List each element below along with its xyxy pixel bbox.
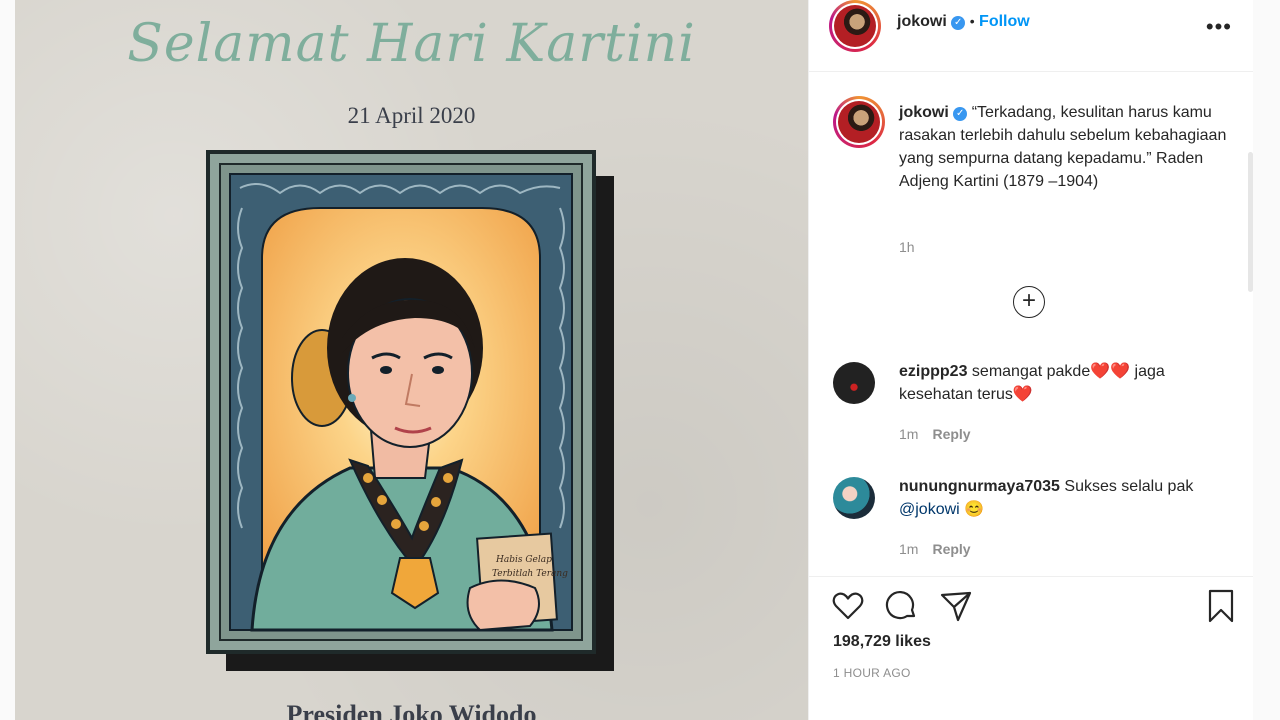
- comment-meta: 1m Reply: [899, 541, 971, 557]
- caption-text: “Terkadang, kesulitan harus kamu rasakan…: [899, 104, 1227, 190]
- bookmark-icon[interactable]: [1204, 589, 1238, 623]
- separator-dot: •: [969, 13, 975, 29]
- reply-button[interactable]: Reply: [932, 541, 970, 557]
- caption-username[interactable]: jokowi: [899, 104, 949, 121]
- commenter-avatar[interactable]: [833, 362, 875, 404]
- caption: jokowi ✓ “Terkadang, kesulitan harus kam…: [833, 96, 1233, 256]
- comment-text-block: nunungnurmaya7035 Sukses selalu pak @jok…: [899, 475, 1229, 521]
- post-actions: 198,729 likes 1 HOUR AGO: [809, 576, 1254, 720]
- svg-text:Terbitlah Terang: Terbitlah Terang: [492, 569, 568, 579]
- comment-time[interactable]: 1m: [899, 541, 918, 557]
- follow-button[interactable]: Follow: [979, 13, 1030, 30]
- comment-meta: 1m Reply: [899, 426, 971, 442]
- kartini-portrait-illustration: Habis Gelap Terbitlah Terang: [206, 150, 614, 671]
- heart-emoji-icon: ❤️: [1012, 386, 1033, 403]
- reply-button[interactable]: Reply: [932, 426, 970, 442]
- smile-emoji-icon: 😊: [959, 501, 985, 518]
- post-timestamp[interactable]: 1 HOUR AGO: [833, 666, 911, 680]
- comment-text: Sukses selalu pak: [1064, 478, 1194, 495]
- page-gutter: [1253, 0, 1280, 720]
- post-header: jokowi ✓ • Follow •••: [809, 0, 1254, 72]
- mention-link[interactable]: @jokowi: [899, 501, 960, 518]
- post-image-title: Selamat Hari Kartini: [127, 14, 696, 74]
- more-options-icon[interactable]: •••: [1206, 14, 1232, 40]
- comment-text-block: ezippp23 semangat pakde❤️❤️ jaga kesehat…: [899, 360, 1229, 406]
- like-count[interactable]: 198,729 likes: [833, 633, 931, 651]
- comment-text: semangat pakde: [971, 363, 1091, 380]
- share-icon[interactable]: [939, 589, 973, 623]
- comment-icon[interactable]: [885, 589, 919, 623]
- caption-text-block: jokowi ✓ “Terkadang, kesulitan harus kam…: [899, 101, 1229, 193]
- svg-text:Habis Gelap: Habis Gelap: [495, 555, 552, 565]
- comment-item: ezippp23 semangat pakde❤️❤️ jaga kesehat…: [833, 360, 1233, 450]
- author-avatar[interactable]: [829, 0, 881, 52]
- post-image: Selamat Hari Kartini 21 April 2020 Habis…: [15, 0, 808, 720]
- comment-time[interactable]: 1m: [899, 426, 918, 442]
- post-image-date: 21 April 2020: [347, 103, 476, 128]
- comment-item: nunungnurmaya7035 Sukses selalu pak @jok…: [833, 475, 1233, 565]
- post-image-footer: Presiden Joko Widodo: [286, 700, 537, 720]
- caption-time[interactable]: 1h: [899, 239, 915, 255]
- caption-avatar[interactable]: [833, 96, 885, 148]
- load-more-comments-icon[interactable]: +: [1013, 286, 1045, 318]
- commenter-username[interactable]: ezippp23: [899, 363, 967, 380]
- post-sidebar: jokowi ✓ • Follow ••• jokowi ✓ “Terkadan…: [808, 0, 1254, 720]
- verified-badge-icon: ✓: [953, 107, 968, 121]
- heart-icon[interactable]: [831, 589, 865, 623]
- commenter-avatar[interactable]: [833, 477, 875, 519]
- comments-panel[interactable]: jokowi ✓ “Terkadang, kesulitan harus kam…: [809, 72, 1254, 576]
- heart-emoji-icon: ❤️❤️: [1090, 363, 1131, 380]
- verified-badge-icon: ✓: [951, 16, 966, 30]
- author-username[interactable]: jokowi: [897, 13, 947, 30]
- commenter-username[interactable]: nunungnurmaya7035: [899, 478, 1060, 495]
